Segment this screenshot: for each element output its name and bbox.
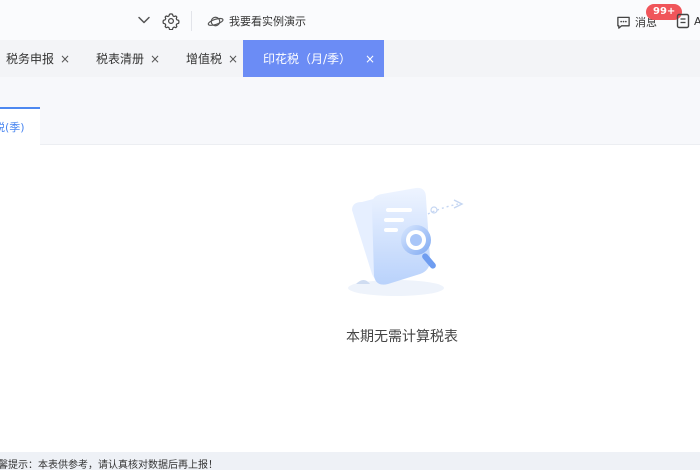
footer-notice: 温馨提示：本表供参考，请认真核对数据后再上报！ xyxy=(0,460,218,470)
toolbar-divider xyxy=(191,11,192,31)
tab-label: 税表清册 xyxy=(96,52,145,66)
close-icon[interactable]: × xyxy=(60,53,70,65)
empty-state-message: 本期无需计算税表 xyxy=(346,329,458,345)
demo-link[interactable]: 我要看实例演示 xyxy=(207,12,306,30)
tab-label: 增值税 xyxy=(186,52,223,66)
gear-icon[interactable] xyxy=(162,12,180,30)
subtab-label: 税(季) xyxy=(0,121,25,134)
footer-notice-bar: 温馨提示：本表供参考，请认真核对数据后再上报！ xyxy=(0,452,700,470)
top-toolbar: 我要看实例演示 消息 99+ A xyxy=(0,0,700,40)
empty-document-search-illustration xyxy=(348,187,464,296)
subtab-bar: 税(季) xyxy=(0,77,700,145)
tab-tax-form-list[interactable]: 税表清册 × xyxy=(96,40,160,77)
planet-icon xyxy=(207,16,224,26)
tab-label: 印花税（月/季） xyxy=(263,52,352,66)
tab-label: 税务申报 xyxy=(6,52,55,66)
subtab-stamp-tax-quarterly[interactable]: 税(季) xyxy=(0,107,40,145)
chevron-down-icon[interactable] xyxy=(136,12,152,28)
tab-tax-declaration[interactable]: 税务申报 × xyxy=(6,40,70,77)
close-icon[interactable]: × xyxy=(150,53,160,65)
close-icon[interactable]: × xyxy=(228,53,238,65)
account-button[interactable]: A xyxy=(676,12,700,30)
close-icon[interactable]: × xyxy=(365,53,375,65)
tab-bar: 税务申报 × 税表清册 × 增值税 × 印花税（月/季） × xyxy=(0,40,700,77)
tab-stamp-tax[interactable]: 印花税（月/季） × xyxy=(243,40,385,77)
demo-link-label: 我要看实例演示 xyxy=(229,15,306,28)
document-icon xyxy=(676,13,690,29)
tab-vat[interactable]: 增值税 × xyxy=(186,40,238,77)
account-label: A xyxy=(694,14,700,28)
message-icon xyxy=(617,16,630,29)
